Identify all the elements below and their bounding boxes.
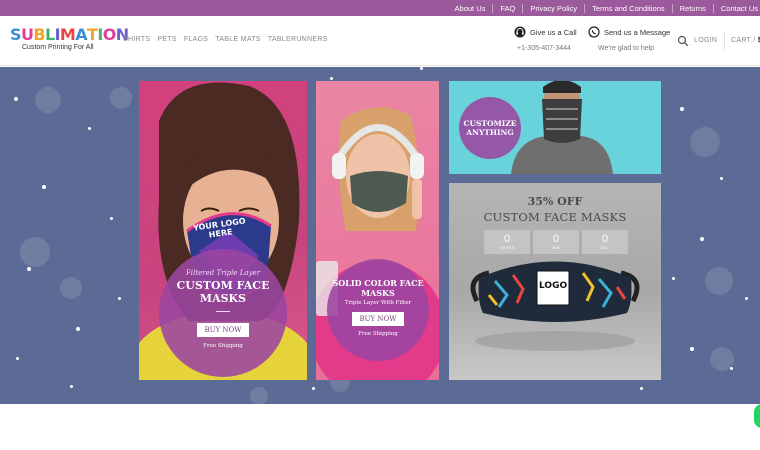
discount-promo-panel[interactable]: 35% OFF CUSTOM FACE MASKS 0 HOURS 0 MIN …: [449, 183, 661, 380]
logo-letter: M: [59, 25, 76, 44]
snowflake: [690, 347, 694, 351]
top-link-terms[interactable]: Terms and Conditions: [585, 3, 673, 13]
message-title: Send us a Message: [604, 27, 671, 37]
snowflake: [110, 217, 113, 220]
nav-shirts[interactable]: SHIRTS: [123, 36, 150, 43]
nav-pets[interactable]: PETS: [157, 36, 176, 43]
login-link[interactable]: LOGIN: [694, 37, 717, 44]
search-icon[interactable]: [677, 35, 689, 47]
snowflake: [312, 387, 315, 390]
top-link-returns[interactable]: Returns: [673, 3, 714, 13]
nav-tablerunners[interactable]: TABLERUNNERS: [268, 36, 328, 43]
custom-masks-title-2: MASKS: [199, 292, 247, 305]
whatsapp-chat-button[interactable]: [754, 404, 760, 428]
snowflake: [700, 237, 704, 241]
logo-letter: T: [87, 25, 98, 44]
logo-letter: O: [102, 25, 117, 44]
snowflake: [720, 177, 723, 180]
customize-anything-panel[interactable]: CUSTOMIZE ANYTHING: [449, 81, 661, 174]
custom-masks-title-1: CUSTOM FACE: [176, 279, 270, 292]
header-divider: [724, 32, 725, 50]
message-block[interactable]: Send us a Message We're glad to help: [588, 26, 670, 52]
custom-face-masks-panel[interactable]: YOUR LOGO HERE Filtered Triple Layer CUS…: [139, 81, 307, 380]
snowflake: [88, 127, 91, 130]
bokeh-dot: [690, 127, 720, 157]
cart-link[interactable]: CART / $0: [731, 37, 760, 44]
snowflake: [70, 385, 73, 388]
mask-logo-label: LOGO: [539, 281, 568, 291]
nav-table-mats[interactable]: TABLE MATS: [215, 36, 261, 43]
custom-masks-circle: Filtered Triple Layer CUSTOM FACE MASKS …: [159, 249, 287, 377]
message-sub: We're glad to help: [598, 45, 655, 52]
snowflake: [330, 77, 333, 80]
headset-icon: [514, 26, 526, 38]
top-link-contact[interactable]: Contact Us: [714, 4, 760, 13]
top-link-about[interactable]: About Us: [448, 3, 494, 13]
top-links: About Us FAQ Privacy Policy Terms and Co…: [448, 0, 760, 16]
logo-letter: B: [33, 25, 45, 44]
logo-tagline: Custom Printing For All: [22, 44, 94, 51]
triple-layer-filter-caption: Triple Layer With Filter: [344, 300, 412, 306]
bokeh-dot: [35, 87, 61, 113]
free-shipping-label-2: Free Shipping: [358, 331, 398, 337]
top-bar: About Us FAQ Privacy Policy Terms and Co…: [0, 0, 760, 16]
logo-letter: S: [10, 25, 22, 44]
site-header: SUBLIMATION Custom Printing For All SHIR…: [0, 16, 760, 66]
bokeh-dot: [710, 347, 734, 371]
top-link-privacy[interactable]: Privacy Policy: [523, 3, 586, 13]
solid-masks-title-2: MASKS: [361, 287, 395, 298]
snowflake: [745, 297, 748, 300]
customize-circle: CUSTOMIZE ANYTHING: [459, 97, 521, 159]
site-logo[interactable]: SUBLIMATION Custom Printing For All: [10, 25, 129, 56]
call-title: Give us a Call: [530, 27, 577, 37]
call-number[interactable]: +1-305-407-3444: [517, 45, 577, 52]
logo-letter: U: [20, 25, 34, 44]
snowflake: [76, 327, 80, 331]
whatsapp-icon: [588, 26, 600, 38]
solid-color-masks-panel[interactable]: SOLID COLOR FACE MASKS Triple Layer With…: [316, 81, 439, 380]
triple-layer-caption: Filtered Triple Layer: [185, 269, 261, 277]
call-block[interactable]: Give us a Call +1-305-407-3444: [514, 26, 577, 52]
buy-now-button[interactable]: BUY NOW: [196, 323, 250, 337]
snowflake: [640, 387, 643, 390]
cart-label: CART /: [731, 37, 756, 44]
top-link-faq[interactable]: FAQ: [493, 3, 524, 13]
snowflake: [14, 97, 18, 101]
snowflake: [16, 357, 19, 360]
buy-now-button-2[interactable]: BUY NOW: [351, 312, 405, 326]
main-nav: SHIRTS PETS FLAGS TABLE MATS TABLERUNNER…: [123, 36, 335, 43]
bokeh-dot: [250, 387, 268, 404]
bokeh-dot: [705, 267, 733, 295]
snowflake: [27, 267, 31, 271]
free-shipping-label: Free Shipping: [203, 343, 243, 349]
bokeh-dot: [20, 237, 50, 267]
nav-flags[interactable]: FLAGS: [184, 36, 208, 43]
snowflake: [672, 277, 675, 280]
logo-wordmark: SUBLIMATION: [10, 25, 129, 44]
solid-masks-circle: SOLID COLOR FACE MASKS Triple Layer With…: [327, 259, 429, 361]
customize-line-2: ANYTHING: [466, 128, 514, 137]
snowflake: [42, 185, 46, 189]
snowflake: [118, 297, 121, 300]
bokeh-dot: [60, 277, 82, 299]
hero-banner: YOUR LOGO HERE Filtered Triple Layer CUS…: [0, 67, 760, 404]
snowflake: [420, 67, 423, 70]
customize-line-1: CUSTOMIZE: [463, 119, 517, 128]
logo-letter: A: [75, 25, 88, 44]
title-divider: [216, 311, 230, 312]
bokeh-dot: [110, 87, 132, 109]
logo-letter: L: [44, 25, 55, 44]
snowflake: [680, 107, 684, 111]
